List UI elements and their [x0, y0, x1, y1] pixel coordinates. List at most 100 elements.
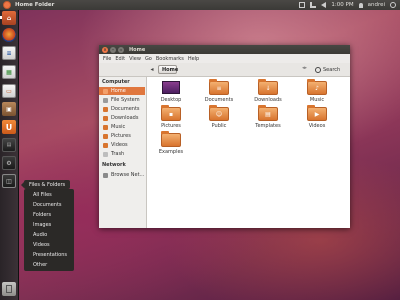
file-item-label: Videos [308, 123, 326, 129]
file-item-music[interactable]: ♪ Music [299, 79, 335, 109]
file-item-label: Desktop [160, 97, 182, 103]
examples-folder-icon [161, 131, 181, 147]
sidebar-item-trash[interactable]: Trash [99, 150, 145, 158]
clock[interactable]: 1:00 PM [331, 2, 353, 8]
menu-view[interactable]: View [129, 56, 141, 62]
file-item-examples[interactable]: Examples [153, 131, 189, 161]
menu-bookmarks[interactable]: Bookmarks [156, 56, 184, 62]
quicklist-audio[interactable]: Audio [33, 232, 47, 239]
folder-icon [103, 133, 108, 139]
ubuntu-one-launcher-icon[interactable]: U [2, 120, 16, 134]
search-button[interactable]: Search [315, 65, 348, 74]
impress-launcher-icon[interactable]: ▭ [2, 84, 16, 98]
toolbar: ◂ Home ◂▸ Search [99, 63, 350, 77]
public-folder-icon: ☺ [209, 105, 229, 121]
sidebar-header-computer: Computer [102, 79, 130, 85]
sidebar-item-music[interactable]: Music [99, 123, 145, 131]
music-folder-icon: ♪ [307, 79, 327, 95]
file-item-pictures[interactable]: ▪ Pictures [153, 105, 189, 135]
menu-help[interactable]: Help [188, 56, 199, 62]
path-bar-home-button[interactable]: Home [158, 65, 178, 74]
folder-icon [103, 124, 108, 130]
file-item-desktop[interactable]: Desktop [153, 81, 189, 109]
volume-icon[interactable] [321, 2, 327, 8]
menu-go[interactable]: Go [145, 56, 152, 62]
workspace-switcher-icon[interactable]: ▤ [2, 138, 16, 152]
file-item-documents[interactable]: ≡ Documents [201, 79, 237, 109]
file-item-videos[interactable]: ▶ Videos [299, 105, 335, 135]
sidebar-item-home[interactable]: Home [99, 87, 145, 95]
folder-icon [103, 115, 108, 121]
desktop-folder-icon [162, 81, 180, 94]
videos-folder-icon: ▶ [307, 105, 327, 121]
sidebar-item-documents[interactable]: Documents [99, 105, 145, 113]
software-center-launcher-icon[interactable]: ▣ [2, 102, 16, 116]
quicklist-images[interactable]: Images [33, 222, 51, 229]
quicklist-presentations[interactable]: Presentations [33, 252, 67, 259]
quicklist-folders[interactable]: Folders [33, 212, 51, 219]
sidebar-item-browse-network[interactable]: Browse Net... [99, 171, 145, 179]
file-item-downloads[interactable]: ↓ Downloads [250, 79, 286, 109]
quicklist-documents[interactable]: Documents [33, 202, 62, 209]
files-folders-tooltip: Files & Folders [21, 180, 70, 189]
file-item-label: Music [309, 97, 325, 103]
file-item-label: Pictures [161, 123, 181, 129]
sidebar-item-label: Music [111, 124, 126, 130]
file-item-label: Public [211, 123, 227, 129]
ubuntu-logo-icon[interactable] [3, 1, 11, 9]
home-folder-icon [103, 88, 108, 94]
home-folder-launcher-icon[interactable]: ⌂ [2, 11, 16, 25]
sidebar-item-label: Pictures [111, 133, 131, 139]
calc-launcher-icon[interactable]: ▦ [2, 65, 16, 79]
power-icon[interactable] [390, 2, 396, 8]
navigation-arrows[interactable]: ◂▸ [302, 65, 314, 74]
downloads-folder-icon: ↓ [258, 79, 278, 95]
trash-launcher-icon[interactable] [2, 282, 16, 296]
folder-icon [103, 106, 108, 112]
file-item-label: Downloads [254, 97, 282, 103]
maximize-button[interactable]: ▫ [118, 46, 124, 53]
trash-icon [103, 151, 108, 157]
close-button[interactable]: × [102, 46, 108, 53]
writer-launcher-icon[interactable]: ≡ [2, 46, 16, 60]
sidebar-item-label: Browse Net... [111, 172, 145, 178]
menu-edit[interactable]: Edit [115, 56, 125, 62]
sidebar-item-label: File System [111, 97, 140, 103]
folder-icon [103, 142, 108, 148]
quicklist-videos[interactable]: Videos [33, 242, 50, 249]
file-view: Desktop ≡ Documents ↓ Downloads ♪ Music … [147, 77, 350, 228]
menu-file[interactable]: File [103, 56, 111, 62]
files-lens-icon[interactable]: ◫ [2, 174, 16, 188]
documents-folder-icon: ≡ [209, 79, 229, 95]
search-icon [315, 66, 321, 73]
places-sidebar: Computer Home File System Documents Down… [99, 77, 147, 228]
window-title: Home [129, 46, 146, 53]
quicklist-other[interactable]: Other [33, 262, 47, 269]
quicklist-all-files[interactable]: All Files [33, 192, 52, 199]
applications-lens-icon[interactable]: ⚙ [2, 156, 16, 170]
menubar: File Edit View Go Bookmarks Help [99, 54, 350, 63]
mail-icon[interactable] [299, 2, 306, 8]
sidebar-item-label: Downloads [111, 115, 139, 121]
sidebar-item-videos[interactable]: Videos [99, 141, 145, 149]
top-panel: Home Folder 1:00 PM andrei [0, 0, 400, 10]
indicator-tray: 1:00 PM andrei [299, 0, 396, 10]
search-label: Search [323, 66, 341, 73]
sidebar-item-downloads[interactable]: Downloads [99, 114, 145, 122]
files-lens-quicklist: All Files Documents Folders Images Audio… [24, 189, 74, 271]
sidebar-item-label: Trash [111, 151, 125, 157]
back-arrow-icon[interactable]: ◂ [147, 65, 157, 74]
sidebar-item-label: Home [111, 88, 126, 94]
minimize-button[interactable]: – [110, 46, 116, 53]
sidebar-item-pictures[interactable]: Pictures [99, 132, 145, 140]
sidebar-item-file-system[interactable]: File System [99, 96, 145, 104]
file-item-templates[interactable]: ▤ Templates [250, 105, 286, 135]
firefox-launcher-icon[interactable] [2, 28, 16, 42]
file-item-public[interactable]: ☺ Public [201, 105, 237, 135]
user-name[interactable]: andrei [368, 2, 385, 8]
network-icon[interactable] [310, 2, 317, 8]
window-titlebar[interactable]: × – ▫ Home [99, 45, 350, 54]
pictures-folder-icon: ▪ [161, 105, 181, 121]
network-icon [103, 172, 108, 178]
sidebar-header-network: Network [102, 162, 126, 168]
